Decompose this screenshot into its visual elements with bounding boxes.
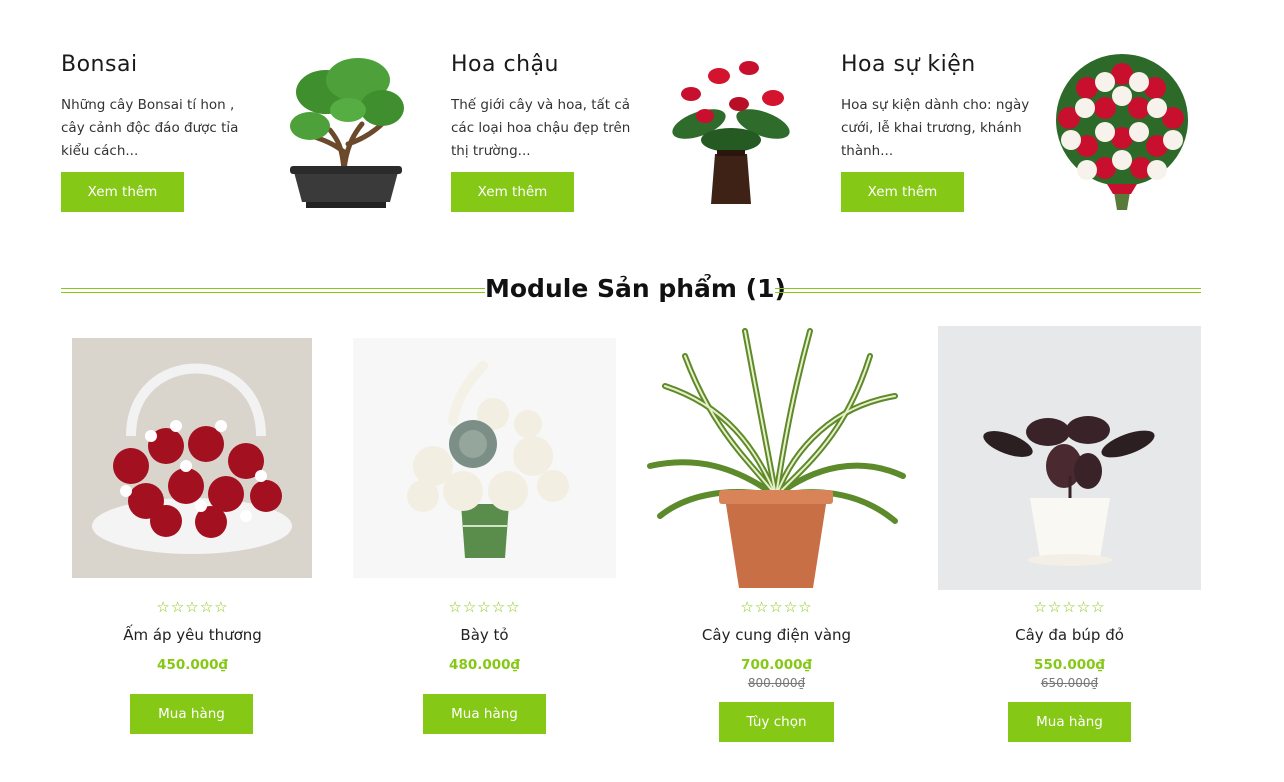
category-title[interactable]: Hoa sự kiện xyxy=(841,52,976,77)
product-name[interactable]: Cây cung điện vàng xyxy=(645,626,908,644)
bouquet-image[interactable] xyxy=(1047,52,1197,212)
product-price: 480.000₫ xyxy=(449,657,520,673)
category-description: Hoa sự kiện dành cho: ngày cưới, lễ khai… xyxy=(841,97,1030,159)
product-card: ☆☆☆☆☆ Cây đa búp đỏ 550.000₫ 650.000₫ Mu… xyxy=(938,326,1201,766)
options-button[interactable]: Tùy chọn xyxy=(719,702,834,742)
buy-button[interactable]: Mua hàng xyxy=(130,694,253,734)
rating-stars: ☆☆☆☆☆ xyxy=(448,598,521,616)
product-image[interactable] xyxy=(353,326,616,590)
category-bonsai: Bonsai Những cây Bonsai tí hon , cây cản… xyxy=(61,52,421,222)
product-image[interactable] xyxy=(938,326,1201,590)
product-image[interactable] xyxy=(61,326,324,590)
product-old-price: 650.000₫ xyxy=(1040,676,1099,690)
category-title[interactable]: Hoa chậu xyxy=(451,52,559,77)
product-name[interactable]: Ấm áp yêu thương xyxy=(61,626,324,644)
rating-stars: ☆☆☆☆☆ xyxy=(156,598,229,616)
rating-stars: ☆☆☆☆☆ xyxy=(1033,598,1106,616)
product-price: 450.000₫ xyxy=(157,657,228,673)
category-title[interactable]: Bonsai xyxy=(61,52,138,77)
category-description: Thế giới cây và hoa, tất cả các loại hoa… xyxy=(451,97,631,159)
product-price: 700.000₫ xyxy=(741,657,812,673)
product-image[interactable] xyxy=(645,326,908,590)
product-name[interactable]: Bày tỏ xyxy=(353,626,616,644)
product-name[interactable]: Cây đa búp đỏ xyxy=(938,626,1201,644)
view-more-button[interactable]: Xem thêm xyxy=(451,172,574,212)
product-old-price: 800.000₫ xyxy=(747,676,806,690)
view-more-button[interactable]: Xem thêm xyxy=(841,172,964,212)
product-card: ☆☆☆☆☆ Cây cung điện vàng 700.000₫ 800.00… xyxy=(645,326,908,766)
product-price: 550.000₫ xyxy=(1034,657,1105,673)
divider-right xyxy=(775,288,1201,293)
divider-left xyxy=(61,288,485,293)
rating-stars: ☆☆☆☆☆ xyxy=(740,598,813,616)
section-header: Module Sản phẩm (1) xyxy=(61,274,1201,308)
product-card: ☆☆☆☆☆ Bày tỏ 480.000₫ Mua hàng xyxy=(353,326,616,766)
buy-button[interactable]: Mua hàng xyxy=(423,694,546,734)
section-title: Module Sản phẩm (1) xyxy=(485,274,786,303)
product-card: ☆☆☆☆☆ Ấm áp yêu thương 450.000₫ Mua hàng xyxy=(61,326,324,766)
view-more-button[interactable]: Xem thêm xyxy=(61,172,184,212)
category-potted-flowers: Hoa chậu Thế giới cây và hoa, tất cả các… xyxy=(451,52,811,222)
potted-flower-image[interactable] xyxy=(669,54,793,214)
bonsai-image[interactable] xyxy=(286,52,406,212)
category-event-flowers: Hoa sự kiện Hoa sự kiện dành cho: ngày c… xyxy=(841,52,1201,222)
category-description: Những cây Bonsai tí hon , cây cảnh độc đ… xyxy=(61,97,239,159)
buy-button[interactable]: Mua hàng xyxy=(1008,702,1131,742)
